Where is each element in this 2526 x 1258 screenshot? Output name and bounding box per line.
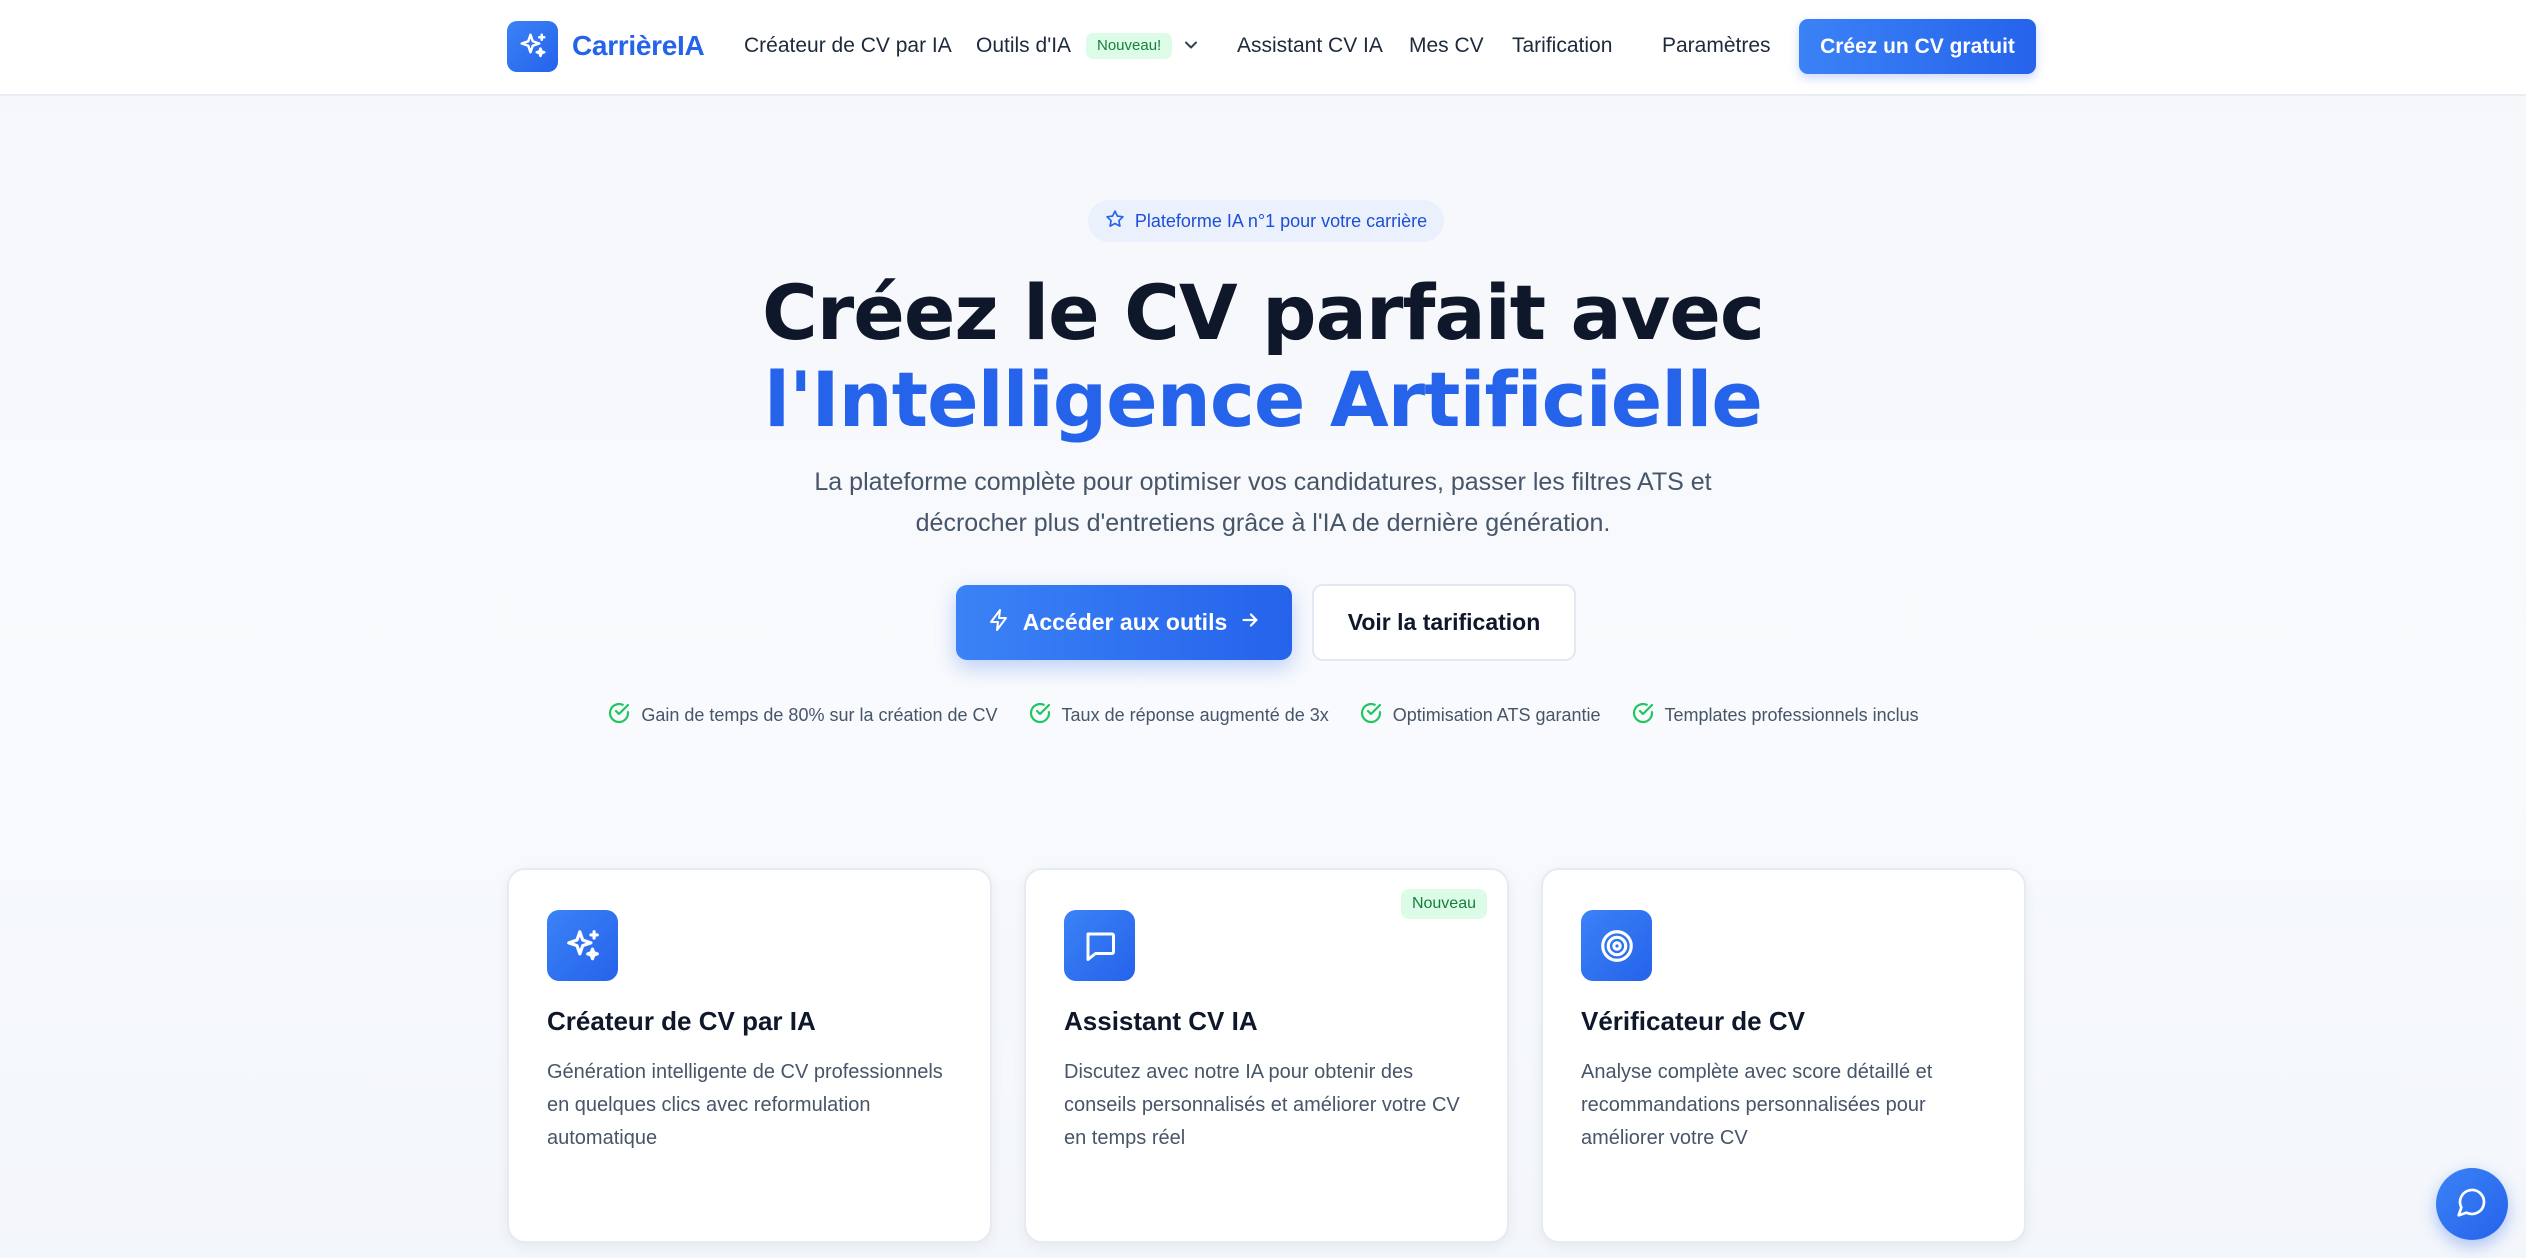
hero-pill-badge: Plateforme IA n°1 pour votre carrière bbox=[1088, 200, 1444, 242]
check-circle-icon bbox=[607, 701, 631, 730]
brand-name: CarrièreIA bbox=[572, 30, 705, 61]
nav-item-ai-tools[interactable]: Outils d'IA bbox=[976, 30, 1071, 62]
feature-title: Vérificateur de CV bbox=[1581, 1006, 1805, 1036]
top-navbar: CarrièreIA Créateur de CV par IA Outils … bbox=[0, 0, 2526, 96]
new-badge: Nouveau bbox=[1400, 889, 1487, 919]
view-pricing-button[interactable]: Voir la tarification bbox=[1312, 584, 1576, 661]
benefit-item: Templates professionnels inclus bbox=[1631, 700, 1919, 730]
message-circle-icon bbox=[2456, 1186, 2488, 1223]
nav-item-pricing[interactable]: Tarification bbox=[1512, 30, 1612, 62]
hero-subtitle: La plateforme complète pour optimiser vo… bbox=[814, 468, 1712, 537]
hero-title-line2: l'Intelligence Artificielle bbox=[764, 355, 1763, 444]
nav-item-cv-assistant[interactable]: Assistant CV IA bbox=[1237, 30, 1383, 62]
feature-card-cv-checker[interactable]: Vérificateur de CV Analyse complète avec… bbox=[1541, 868, 2026, 1243]
benefit-item: Taux de réponse augmenté de 3x bbox=[1028, 700, 1329, 730]
star-icon bbox=[1105, 209, 1125, 234]
lightning-icon bbox=[987, 608, 1011, 638]
benefit-item: Optimisation ATS garantie bbox=[1359, 700, 1601, 730]
check-circle-icon bbox=[1028, 701, 1052, 730]
access-tools-button[interactable]: Accéder aux outils bbox=[956, 585, 1292, 660]
brand-logo[interactable]: CarrièreIA bbox=[507, 20, 705, 72]
nav-item-cv-builder[interactable]: Créateur de CV par IA bbox=[744, 30, 952, 62]
new-badge: Nouveau! bbox=[1086, 33, 1173, 59]
chevron-down-icon[interactable] bbox=[1181, 35, 1201, 60]
nav-item-my-cvs[interactable]: Mes CV bbox=[1409, 30, 1484, 62]
feature-title: Assistant CV IA bbox=[1064, 1006, 1258, 1036]
create-cv-button[interactable]: Créez un CV gratuit bbox=[1799, 19, 2036, 74]
feature-card-cv-assistant[interactable]: Nouveau Assistant CV IA Discutez avec no… bbox=[1024, 868, 1509, 1243]
feature-description: Discutez avec notre IA pour obtenir des … bbox=[1064, 1061, 1460, 1149]
feature-description: Analyse complète avec score détaillé et … bbox=[1581, 1061, 1933, 1149]
feature-title: Créateur de CV par IA bbox=[547, 1006, 816, 1036]
sparkles-icon bbox=[507, 20, 558, 72]
nav-item-settings[interactable]: Paramètres bbox=[1662, 30, 1771, 62]
hero-title-line1: Créez le CV parfait avec bbox=[762, 268, 1765, 357]
sparkles-icon bbox=[547, 910, 618, 981]
check-circle-icon bbox=[1359, 701, 1383, 730]
arrow-right-icon bbox=[1239, 609, 1261, 637]
benefit-item: Gain de temps de 80% sur la création de … bbox=[607, 700, 998, 730]
chat-support-button[interactable] bbox=[2436, 1168, 2508, 1240]
chat-icon bbox=[1064, 910, 1135, 981]
benefits-list: Gain de temps de 80% sur la création de … bbox=[0, 700, 2526, 730]
check-circle-icon bbox=[1631, 701, 1655, 730]
access-tools-label: Accéder aux outils bbox=[1022, 609, 1228, 635]
feature-card-cv-builder[interactable]: Créateur de CV par IA Génération intelli… bbox=[507, 868, 992, 1243]
hero-pill-text: Plateforme IA n°1 pour votre carrière bbox=[1134, 210, 1428, 231]
feature-description: Génération intelligente de CV profession… bbox=[547, 1061, 943, 1149]
target-icon bbox=[1581, 910, 1652, 981]
